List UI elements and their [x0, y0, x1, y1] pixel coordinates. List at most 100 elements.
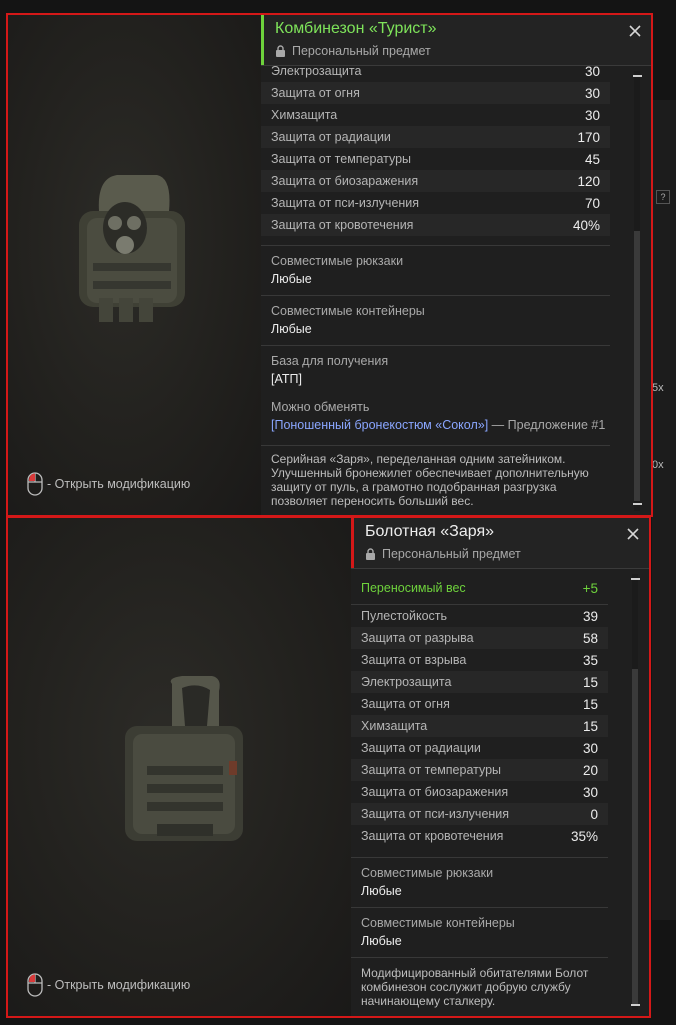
stat-value: 30 — [582, 784, 598, 800]
stat-value: 15 — [582, 696, 598, 712]
scrollbar-thumb[interactable] — [634, 231, 640, 501]
stat-label: Защита от радиации — [271, 130, 391, 144]
stat-value: 120 — [577, 173, 600, 189]
item-card-swamp-zarya: - Открыть модификацию Болотная «Заря» Пе… — [7, 516, 650, 1017]
item-header: Болотная «Заря» Персональный предмет — [351, 516, 650, 569]
background-ui-strip — [652, 100, 676, 920]
item-info-pane: Болотная «Заря» Персональный предмет Пер… — [351, 516, 650, 1017]
description-section: Серийная «Заря», переделанная одним зате… — [261, 445, 610, 516]
stat-value: 58 — [582, 630, 598, 646]
item-description: Модифицированный обитателями Болот комби… — [361, 966, 589, 1008]
stat-row: Защита от кровотечения 35% — [351, 825, 608, 847]
stat-value: 70 — [584, 195, 600, 211]
stat-value: 20 — [582, 762, 598, 778]
stat-label: Защита от огня — [271, 86, 360, 100]
carry-weight-row: Переносимый вес +5 — [351, 577, 608, 599]
stat-row: Химзащита 15 — [351, 715, 608, 737]
compatible-backpacks-value: Любые — [271, 272, 312, 286]
stat-label: Электрозащита — [271, 64, 362, 78]
compatible-containers-label: Совместимые контейнеры — [271, 304, 425, 318]
stat-value: 45 — [584, 151, 600, 167]
rarity-accent-bar — [261, 13, 264, 65]
scroll-down-dash — [633, 503, 642, 505]
stat-label: Защита от разрыва — [361, 631, 474, 645]
lock-icon — [366, 548, 375, 560]
compatible-backpacks-section: Совместимые рюкзаки Любые — [351, 857, 608, 907]
item-preview-pane: - Открыть модификацию — [7, 13, 261, 516]
stat-row: Защита от биозаражения 30 — [351, 781, 608, 803]
stat-row: Защита от огня 15 — [351, 693, 608, 715]
stat-row: Защита от температуры 45 — [261, 148, 610, 170]
stat-row: Пулестойкость 39 — [351, 605, 608, 627]
stat-row: Защита от радиации 170 — [261, 126, 610, 148]
stat-value: 30 — [582, 740, 598, 756]
stat-label: Защита от температуры — [361, 763, 502, 777]
scrollbar[interactable] — [633, 71, 642, 511]
stat-value: 35% — [570, 828, 598, 844]
scroll-down-dash — [631, 1004, 640, 1006]
acquisition-section: База для получения [АТП] Можно обменять … — [261, 345, 610, 445]
item-description: Серийная «Заря», переделанная одним зате… — [271, 452, 589, 508]
exchange-link[interactable]: [Поношенный бронекостюм «Сокол»] — [271, 418, 488, 432]
stat-value: 39 — [582, 608, 598, 624]
stat-label: Защита от взрыва — [361, 653, 467, 667]
stat-label: Защита от биозаражения — [271, 174, 419, 188]
rarity-accent-bar — [351, 516, 354, 568]
item-preview-pane: - Открыть модификацию — [7, 516, 351, 1017]
stat-row: Электрозащита 30 — [261, 60, 610, 82]
open-modification-hint[interactable]: - Открыть модификацию — [27, 973, 190, 997]
stat-row: Защита от температуры 20 — [351, 759, 608, 781]
stat-label: Химзащита — [271, 108, 338, 122]
base-value: [АТП] — [271, 372, 302, 386]
stat-row: Защита от пси-излучения 0 — [351, 803, 608, 825]
carry-weight-label: Переносимый вес — [361, 581, 466, 595]
stat-row: Защита от пси-излучения 70 — [261, 192, 610, 214]
stat-label: Защита от биозаражения — [361, 785, 509, 799]
open-modification-label: - Открыть модификацию — [47, 477, 191, 491]
exchange-offer: [Поношенный бронекостюм «Сокол»] — Предл… — [271, 418, 605, 432]
stat-value: 170 — [577, 129, 600, 145]
stat-row: Защита от кровотечения 40% — [261, 214, 610, 236]
stat-value: 40% — [572, 217, 600, 233]
exchange-label: Можно обменять — [271, 400, 370, 414]
scroll-up-dash — [633, 75, 642, 77]
stat-value: 30 — [584, 107, 600, 123]
stat-label: Защита от кровотечения — [271, 218, 414, 232]
stat-row: Химзащита 30 — [261, 104, 610, 126]
open-modification-hint[interactable]: - Открыть модификацию — [27, 472, 190, 496]
background-fragment-0x: 0x — [652, 459, 664, 471]
stat-row: Защита от разрыва 58 — [351, 627, 608, 649]
stat-value: 15 — [582, 674, 598, 690]
stat-value: 30 — [584, 63, 600, 79]
item-title: Болотная «Заря» — [365, 523, 495, 540]
compatible-containers-value: Любые — [271, 322, 312, 336]
compatible-backpacks-label: Совместимые рюкзаки — [271, 254, 404, 268]
item-render-swamp-suit — [125, 676, 243, 841]
stat-row: Защита от радиации 30 — [351, 737, 608, 759]
stat-label: Защита от пси-излучения — [271, 196, 420, 210]
compatible-containers-label: Совместимые контейнеры — [361, 916, 515, 930]
scrollbar[interactable] — [631, 574, 640, 1010]
close-icon[interactable] — [626, 527, 640, 541]
stat-value: 0 — [590, 806, 598, 822]
personal-item-label: Персональный предмет — [292, 44, 431, 58]
stat-row: Защита от огня 30 — [261, 82, 610, 104]
stat-row: Защита от взрыва 35 — [351, 649, 608, 671]
stat-label: Пулестойкость — [361, 609, 448, 623]
scroll-up-dash — [631, 578, 640, 580]
description-section: Модифицированный обитателями Болот комби… — [351, 957, 608, 1017]
close-icon[interactable] — [628, 24, 642, 38]
item-render-tourist-suit — [79, 175, 185, 322]
compatible-backpacks-section: Совместимые рюкзаки Любые — [261, 245, 610, 295]
compatible-backpacks-value: Любые — [361, 884, 402, 898]
carry-weight-value: +5 — [582, 580, 598, 596]
item-header: Комбинезон «Турист» Персональный предмет — [261, 13, 652, 66]
stat-value: 35 — [582, 652, 598, 668]
scrollbar-thumb[interactable] — [632, 669, 638, 1004]
compatible-containers-value: Любые — [361, 934, 402, 948]
item-info-pane: Комбинезон «Турист» Персональный предмет… — [261, 13, 652, 516]
item-card-tourist: - Открыть модификацию Комбинезон «Турист… — [7, 13, 652, 516]
item-subtitle: Персональный предмет — [275, 44, 431, 58]
background-help-button[interactable]: ? — [656, 190, 670, 204]
open-modification-label: - Открыть модификацию — [47, 978, 191, 992]
